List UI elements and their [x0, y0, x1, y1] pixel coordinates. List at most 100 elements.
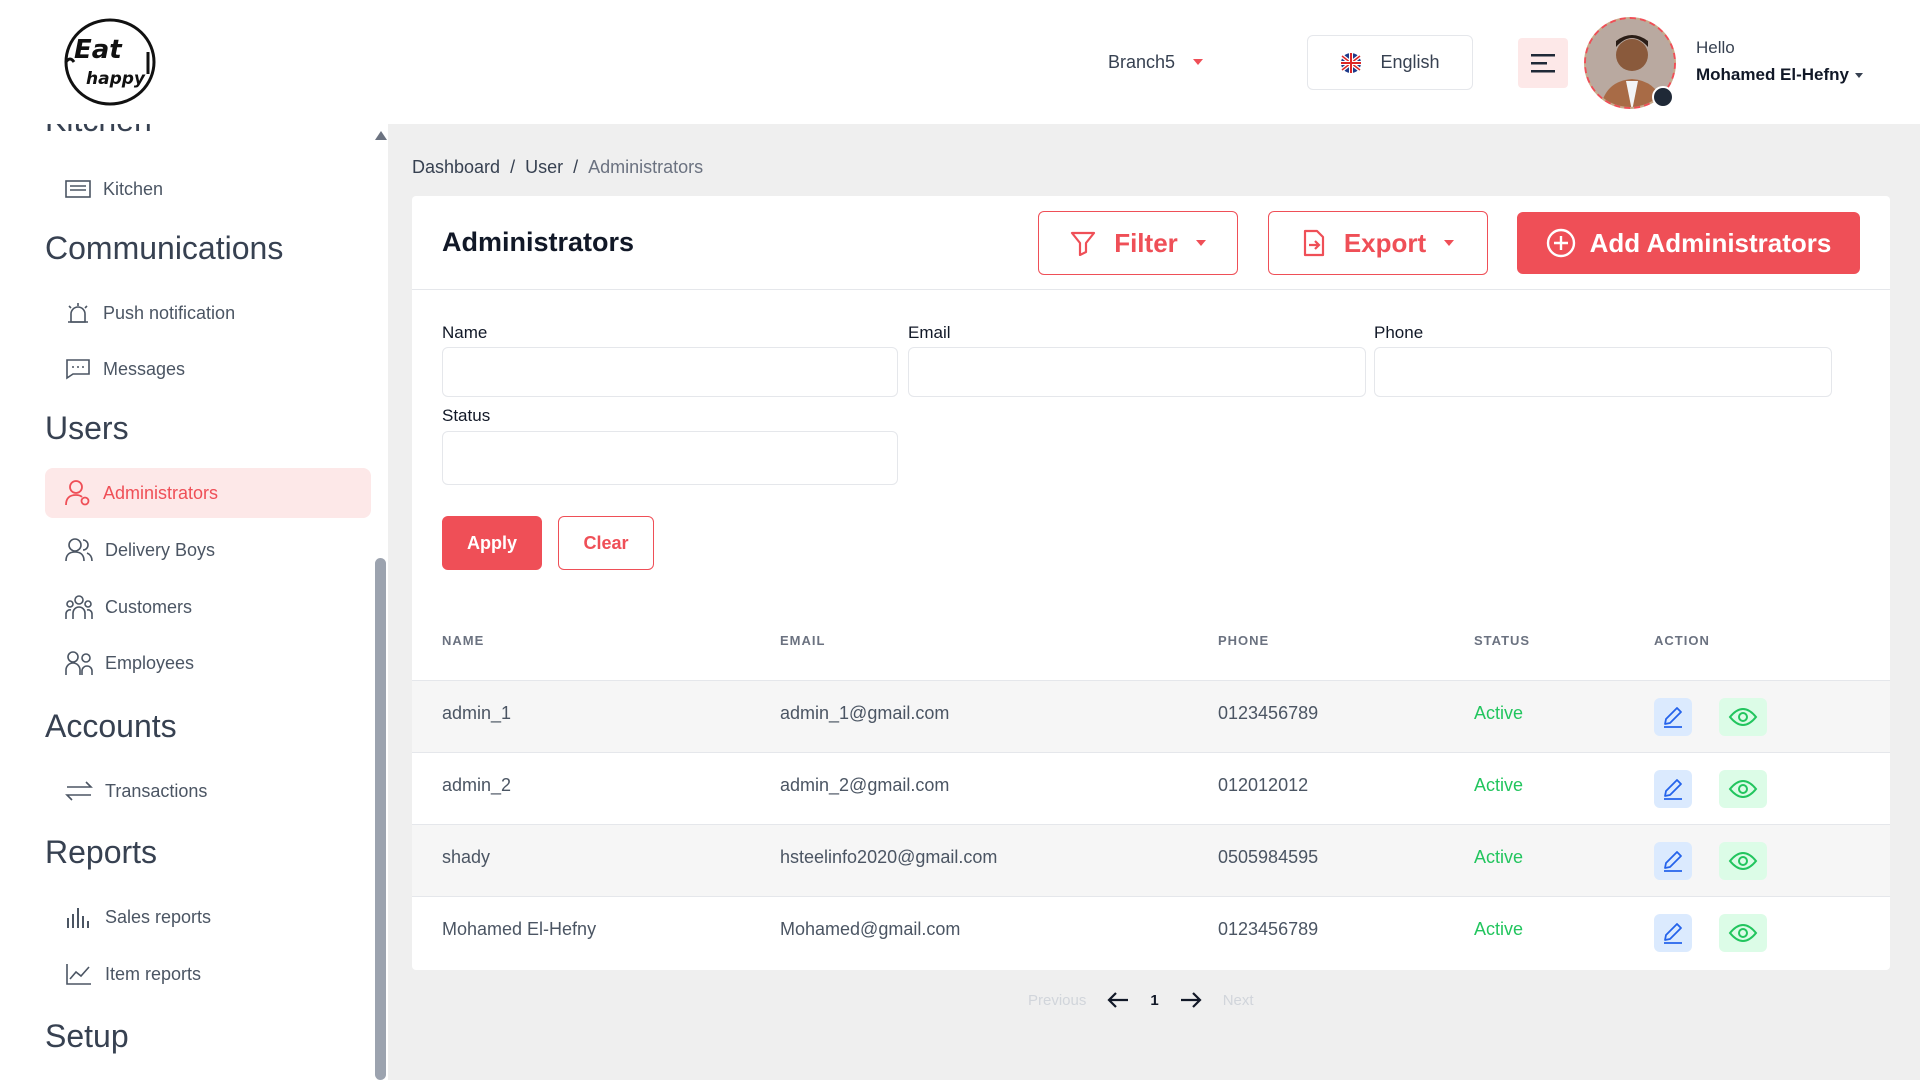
- sidebar-item-delivery-boys[interactable]: Delivery Boys: [45, 525, 371, 575]
- logo-text-happy: happy: [86, 69, 146, 89]
- edit-button[interactable]: [1654, 842, 1692, 880]
- breadcrumb-dashboard[interactable]: Dashboard: [412, 157, 500, 178]
- sidebar-item-sales-reports[interactable]: Sales reports: [45, 892, 371, 942]
- cell-name: shady: [442, 847, 491, 867]
- sidebar-item-label: Item reports: [105, 963, 202, 984]
- eat-happy-logo[interactable]: Eat happy: [58, 16, 158, 108]
- administrators-card: Administrators Filter Export Add Adminis…: [412, 196, 1890, 970]
- eye-icon: [1728, 708, 1758, 726]
- edit-button[interactable]: [1654, 770, 1692, 808]
- branch-label: Branch5: [1108, 51, 1176, 72]
- section-title-communications: Communications: [45, 230, 284, 266]
- breadcrumb-separator: /: [510, 157, 516, 177]
- name-input[interactable]: [442, 347, 898, 397]
- email-input[interactable]: [908, 347, 1366, 397]
- cell-status: Active: [1474, 703, 1524, 723]
- language-selector[interactable]: English: [1307, 35, 1473, 90]
- cell-name: Mohamed El-Hefny: [442, 919, 597, 939]
- table-row: admin_1 admin_1@gmail.com 0123456789 Act…: [412, 680, 1890, 752]
- clear-button[interactable]: Clear: [558, 516, 654, 570]
- table-row: Mohamed El-Hefny Mohamed@gmail.com 01234…: [412, 896, 1890, 968]
- view-button[interactable]: [1719, 698, 1767, 736]
- sidebar-item-label: Sales reports: [105, 906, 212, 927]
- card-header: Administrators Filter Export Add Adminis…: [412, 196, 1890, 290]
- section-title-reports: Reports: [45, 834, 158, 870]
- view-button[interactable]: [1719, 842, 1767, 880]
- cell-status: Active: [1474, 919, 1524, 939]
- cell-phone: 0123456789: [1218, 703, 1319, 723]
- message-icon: [66, 359, 90, 380]
- previous-page-label[interactable]: Previous: [1028, 992, 1086, 1009]
- cell-status: Active: [1474, 847, 1524, 867]
- table-row: admin_2 admin_2@gmail.com 012012012 Acti…: [412, 752, 1890, 824]
- branch-selector[interactable]: Branch5: [1108, 44, 1204, 80]
- add-administrators-button[interactable]: Add Administrators: [1517, 212, 1860, 274]
- cell-email: admin_1@gmail.com: [780, 703, 950, 723]
- sidebar-item-push-notification[interactable]: Push notification: [45, 288, 371, 338]
- sidebar-item-kitchen[interactable]: Kitchen: [45, 164, 371, 214]
- edit-avatar-icon[interactable]: [1652, 86, 1674, 108]
- language-label: English: [1380, 52, 1440, 72]
- edit-button[interactable]: [1654, 698, 1692, 736]
- sidebar-item-messages[interactable]: Messages: [45, 344, 371, 394]
- sidebar: Kitchen Kitchen Communications Push noti…: [0, 124, 388, 1080]
- eye-icon: [1728, 924, 1758, 942]
- cell-phone: 012012012: [1218, 775, 1309, 795]
- sidebar-item-item-reports[interactable]: Item reports: [45, 949, 371, 999]
- pencil-icon: [1664, 779, 1682, 800]
- sidebar-item-employees[interactable]: Employees: [45, 638, 371, 688]
- view-button[interactable]: [1719, 914, 1767, 952]
- export-icon: [1303, 229, 1324, 257]
- add-administrators-label: Add Administrators: [1589, 227, 1832, 258]
- view-button[interactable]: [1719, 770, 1767, 808]
- transfer-arrows-icon: [65, 781, 93, 801]
- sidebar-item-transactions[interactable]: Transactions: [45, 766, 371, 816]
- cell-name: admin_2: [442, 775, 512, 795]
- phone-input[interactable]: [1374, 347, 1832, 397]
- cell-phone: 0123456789: [1218, 919, 1319, 939]
- next-page-label[interactable]: Next: [1223, 992, 1254, 1009]
- edit-button[interactable]: [1654, 914, 1692, 952]
- sidebar-item-administrators[interactable]: Administrators: [45, 468, 371, 518]
- line-chart-icon: [66, 964, 91, 985]
- status-select[interactable]: [442, 431, 898, 485]
- plus-circle-icon: [1546, 228, 1575, 258]
- user-menu[interactable]: Mohamed El-Hefny: [1696, 65, 1864, 85]
- export-button[interactable]: Export: [1268, 211, 1488, 275]
- sidebar-scrollbar-thumb[interactable]: [375, 558, 386, 1080]
- chevron-down-icon: [1193, 59, 1204, 65]
- cell-email: admin_2@gmail.com: [780, 775, 950, 795]
- column-header-action: ACTION: [1654, 633, 1710, 648]
- hamburger-menu-icon: [1531, 54, 1555, 73]
- sidebar-item-label: Customers: [105, 596, 193, 617]
- status-label: Status: [442, 406, 491, 425]
- user-gear-icon: [65, 480, 90, 506]
- sidebar-item-label: Employees: [105, 652, 195, 673]
- column-header-status: STATUS: [1474, 633, 1531, 648]
- eye-icon: [1728, 852, 1758, 870]
- cell-status: Active: [1474, 775, 1524, 795]
- eye-icon: [1728, 780, 1758, 798]
- breadcrumb: Dashboard / User / Administrators: [412, 157, 703, 178]
- section-title-setup: Setup: [45, 1018, 129, 1054]
- filter-label: Filter: [1114, 227, 1178, 258]
- current-page-number[interactable]: 1: [1150, 992, 1158, 1009]
- kitchen-icon: [65, 180, 91, 198]
- arrow-left-icon[interactable]: [1106, 990, 1130, 1010]
- sidebar-item-customers[interactable]: Customers: [45, 582, 371, 632]
- column-header-phone: PHONE: [1218, 633, 1270, 648]
- scroll-up-arrow-icon[interactable]: [375, 131, 387, 140]
- pencil-icon: [1664, 851, 1682, 872]
- section-title-accounts: Accounts: [45, 708, 177, 744]
- section-title-kitchen: Kitchen: [45, 124, 152, 139]
- arrow-right-icon[interactable]: [1179, 990, 1203, 1010]
- column-header-email: EMAIL: [780, 633, 826, 648]
- pencil-icon: [1664, 707, 1682, 728]
- filter-button[interactable]: Filter: [1038, 211, 1238, 275]
- breadcrumb-current: Administrators: [588, 157, 704, 177]
- employees-icon: [65, 651, 93, 675]
- breadcrumb-user[interactable]: User: [525, 157, 563, 178]
- group-icon: [65, 595, 93, 619]
- apply-button[interactable]: Apply: [442, 516, 542, 570]
- menu-toggle-button[interactable]: [1518, 38, 1568, 88]
